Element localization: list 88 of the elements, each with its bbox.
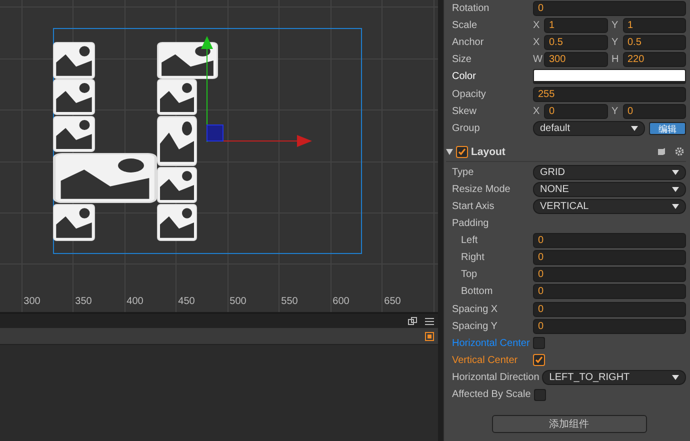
component-title: Layout <box>471 146 506 158</box>
image-sprite-icon[interactable] <box>157 116 197 166</box>
property-label: Spacing X <box>452 304 499 315</box>
number-field[interactable]: 1 <box>544 18 608 34</box>
image-sprite-icon[interactable] <box>157 42 218 79</box>
image-sprite-icon[interactable] <box>53 42 95 79</box>
caret-icon <box>672 374 679 380</box>
number-field[interactable]: 0.5 <box>622 35 686 50</box>
axis-label: W <box>533 54 544 66</box>
dropdown[interactable]: NONE <box>533 182 686 197</box>
property-label: Anchor <box>452 37 485 48</box>
image-sprite-icon[interactable] <box>157 204 197 241</box>
checkbox[interactable] <box>534 388 546 401</box>
number-field[interactable]: 255 <box>533 86 686 102</box>
property-label: Horizontal Center <box>452 338 531 349</box>
ruler-label: 350 <box>75 296 92 307</box>
color-swatch[interactable] <box>533 69 686 84</box>
caret-icon <box>672 186 679 192</box>
image-sprite-icon[interactable] <box>53 116 95 152</box>
dropdown[interactable]: GRID <box>533 164 686 180</box>
number-field[interactable]: 0 <box>533 302 686 317</box>
axis-label: Y <box>612 106 620 117</box>
property-label: Color <box>452 71 477 82</box>
ruler-label: 650 <box>384 296 401 307</box>
image-sprite-icon[interactable] <box>157 79 197 115</box>
property-label: Type <box>452 166 475 178</box>
ruler-label: 400 <box>126 296 144 307</box>
checkbox[interactable] <box>533 354 545 366</box>
property-label: Horizontal Direction <box>452 372 540 383</box>
image-sprite-icon[interactable] <box>53 204 95 241</box>
number-field[interactable]: 0 <box>533 233 686 248</box>
number-field[interactable]: 300 <box>544 52 608 68</box>
property-label: Top <box>461 269 478 280</box>
caret-icon <box>672 204 679 209</box>
component-enable-checkbox[interactable] <box>456 146 468 158</box>
add-component-button[interactable]: 添加组件 <box>492 415 646 434</box>
property-label: Vertical Center <box>452 354 519 366</box>
ruler-label: 450 <box>178 296 195 307</box>
ruler-label: 550 <box>281 296 298 307</box>
property-label: Opacity <box>452 88 487 100</box>
ruler-label: 600 <box>332 296 350 307</box>
number-field[interactable]: 220 <box>622 52 686 68</box>
number-field[interactable]: 0 <box>533 284 686 300</box>
property-label: Group <box>452 122 481 134</box>
number-field[interactable]: 0 <box>533 1 686 16</box>
panel-toggle-icon[interactable] <box>425 332 434 340</box>
axis-label: X <box>533 106 541 117</box>
axis-label: Y <box>612 20 620 32</box>
caret-icon <box>631 126 638 131</box>
image-sprite-icon[interactable] <box>157 167 197 203</box>
property-label: Padding <box>452 218 490 230</box>
number-field[interactable]: 0 <box>544 104 608 119</box>
property-label: Start Axis <box>452 200 496 212</box>
axis-label: X <box>533 37 541 48</box>
dropdown[interactable]: VERTICAL <box>533 198 686 214</box>
number-field[interactable]: 1 <box>622 18 686 34</box>
image-sprite-icon[interactable] <box>53 153 157 203</box>
collapse-arrow-icon[interactable] <box>446 148 453 155</box>
edit-button[interactable]: 编辑 <box>649 122 686 135</box>
menu-icon[interactable] <box>425 318 434 324</box>
number-field[interactable]: 0.5 <box>544 35 608 50</box>
image-sprite-icon[interactable] <box>53 79 95 115</box>
number-field[interactable]: 0 <box>533 250 686 266</box>
checkbox[interactable] <box>533 337 545 350</box>
property-label: Scale <box>452 20 478 32</box>
number-field[interactable]: 0 <box>533 318 686 334</box>
property-label: Spacing Y <box>452 320 498 332</box>
property-label: Size <box>452 54 472 66</box>
caret-icon <box>672 170 679 175</box>
property-label: Left <box>461 235 479 246</box>
axis-label: Y <box>612 37 620 48</box>
scene-canvas[interactable]: 300 350 400 450 500 550 600 650 <box>0 0 438 312</box>
property-label: Bottom <box>461 286 494 298</box>
property-label: Resize Mode <box>452 184 512 195</box>
property-label: Affected By Scale <box>452 389 532 400</box>
axis-label: X <box>533 20 541 32</box>
dropdown[interactable]: LEFT_TO_RIGHT <box>542 370 686 385</box>
property-label: Rotation <box>452 3 490 14</box>
settings-icon[interactable] <box>675 147 684 156</box>
axis-label: H <box>612 54 620 66</box>
number-field[interactable]: 0 <box>533 267 686 282</box>
property-label: Skew <box>452 106 478 117</box>
window-restore-icon[interactable] <box>408 317 417 325</box>
property-label: Right <box>461 252 486 264</box>
number-field[interactable]: 0 <box>622 104 686 119</box>
ruler-label: 300 <box>24 296 40 307</box>
group-dropdown[interactable]: default <box>533 120 645 136</box>
ruler-label: 500 <box>230 296 246 307</box>
